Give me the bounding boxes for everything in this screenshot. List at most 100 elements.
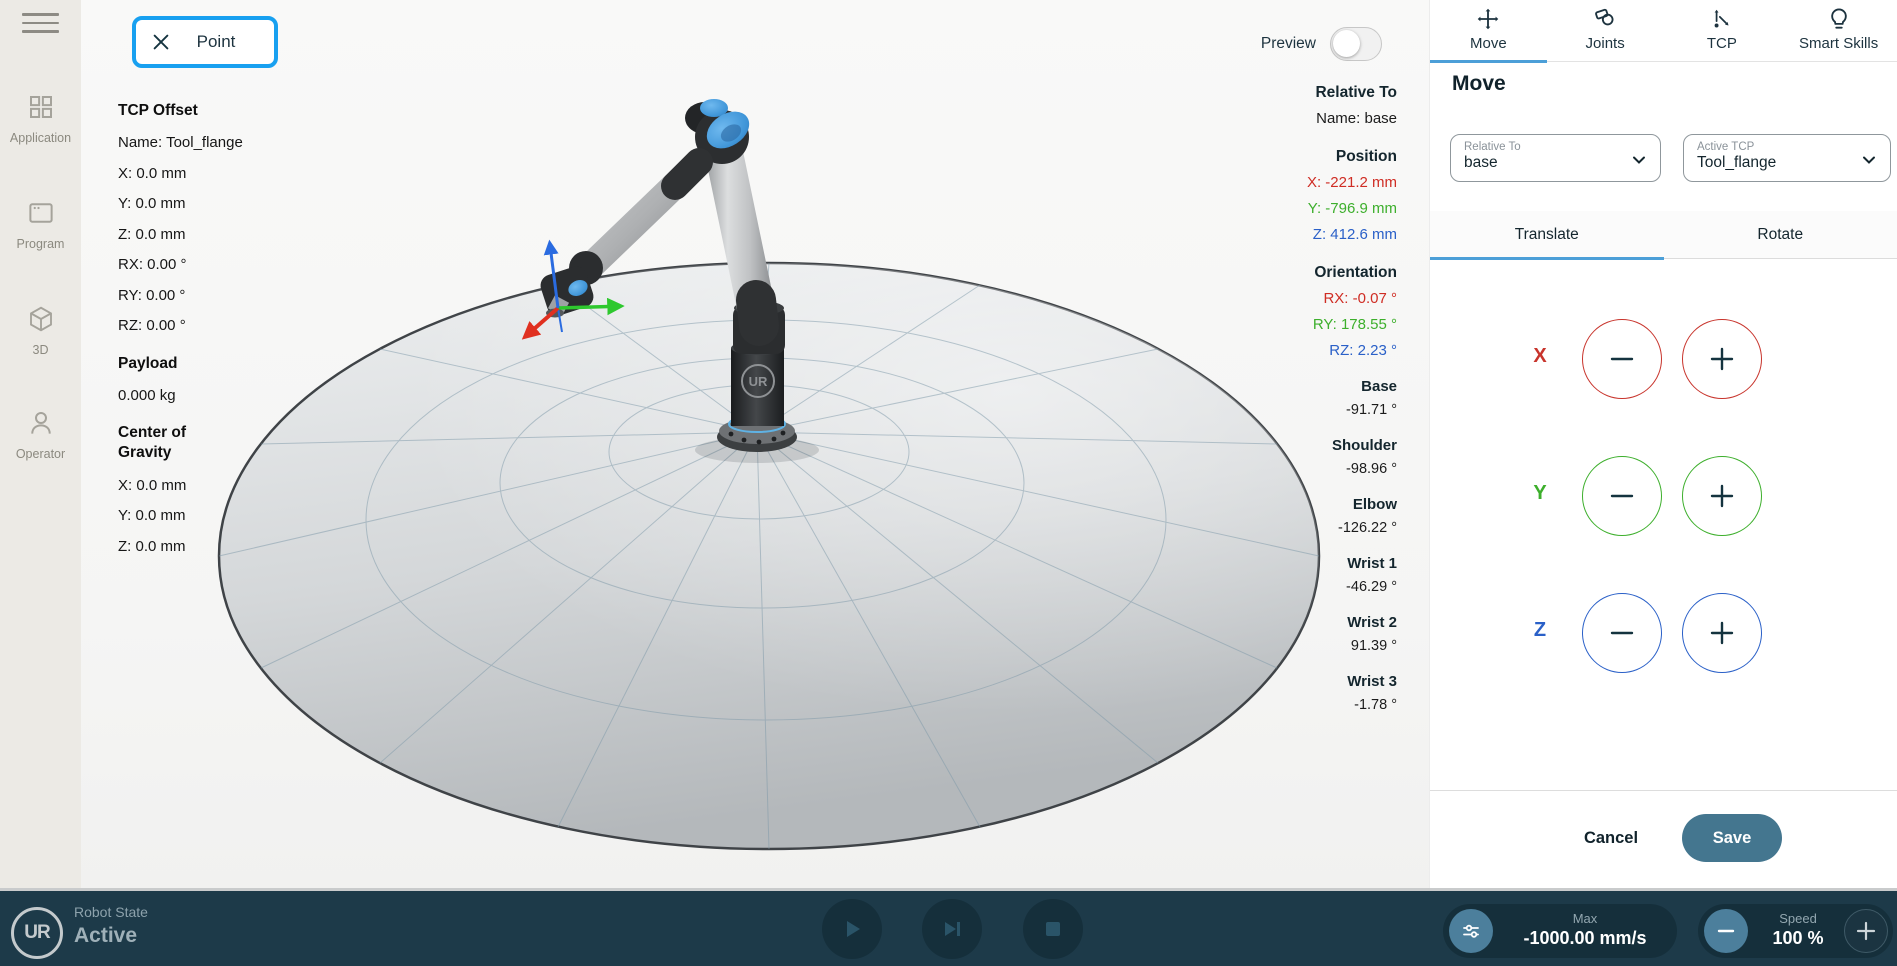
tab-tcp[interactable]: TCP [1664, 0, 1781, 61]
play-button[interactable] [822, 899, 882, 959]
program-window-icon [26, 198, 56, 228]
tab-move[interactable]: Move [1430, 0, 1547, 61]
sidebar-item-operator[interactable]: Operator [0, 408, 81, 461]
cog-x: X: 0.0 mm [118, 477, 248, 494]
chevron-down-icon [1861, 152, 1877, 168]
preview-toggle[interactable] [1330, 27, 1382, 61]
payload-value: 0.000 kg [118, 387, 248, 404]
speed-decrease-button[interactable] [1704, 909, 1748, 953]
move-panel: Move Joints TCP [1429, 0, 1897, 888]
speed-increase-button[interactable] [1844, 909, 1888, 953]
cog-y: Y: 0.0 mm [118, 507, 248, 524]
point-header-chip: Point [132, 16, 278, 68]
max-speed-pill: Max -1000.00 mm/s [1443, 904, 1677, 958]
joint-readout: Elbow -126.22 ° [1177, 496, 1397, 536]
sidebar-item-label: 3D [0, 343, 81, 357]
jog-mode-tabs: Translate Rotate [1430, 211, 1897, 259]
preview-control: Preview [1261, 27, 1382, 61]
status-bar: UR Robot State Active Max -1000.00 mm/s [0, 888, 1897, 966]
axis-x-label: X [1515, 345, 1565, 368]
y-plus-button[interactable] [1682, 456, 1762, 536]
play-icon [840, 917, 864, 941]
plus-icon [1854, 919, 1878, 943]
relative-to-name: Name: base [1177, 110, 1397, 127]
stop-icon [1042, 918, 1064, 940]
sidebar-item-3d[interactable]: 3D [0, 304, 81, 357]
joint-readout: Wrist 2 91.39 ° [1177, 614, 1397, 654]
minus-icon [1608, 619, 1636, 647]
tab-joints[interactable]: Joints [1547, 0, 1664, 61]
orientation-rx: RX: -0.07 ° [1177, 290, 1397, 307]
tcp-offset-z: Z: 0.0 mm [118, 226, 248, 243]
relative-to-heading: Relative To [1177, 84, 1397, 102]
axis-y-label: Y [1515, 482, 1565, 505]
cog-heading: Center of Gravity [118, 423, 210, 463]
tool-info-overlay: TCP Offset Name: Tool_flange X: 0.0 mm Y… [118, 101, 248, 568]
sliders-icon [1459, 919, 1483, 943]
skip-next-icon [940, 917, 964, 941]
cube-3d-icon [26, 304, 56, 334]
cog-z: Z: 0.0 mm [118, 538, 248, 555]
z-minus-button[interactable] [1582, 593, 1662, 673]
x-minus-button[interactable] [1582, 319, 1662, 399]
plus-icon [1708, 345, 1736, 373]
orientation-rz: RZ: 2.23 ° [1177, 342, 1397, 359]
ur-logo: UR [11, 907, 63, 959]
tcp-icon [1709, 6, 1735, 32]
tab-rotate[interactable]: Rotate [1664, 211, 1897, 258]
tab-smart-skills[interactable]: Smart Skills [1780, 0, 1897, 61]
max-speed-readout: Max -1000.00 mm/s [1501, 911, 1669, 949]
toggle-knob [1333, 30, 1360, 57]
chevron-down-icon [1631, 152, 1647, 168]
position-heading: Position [1177, 148, 1397, 166]
hamburger-menu-icon[interactable] [22, 13, 59, 35]
sidebar-item-label: Program [0, 237, 81, 251]
save-button[interactable]: Save [1682, 814, 1782, 862]
tcp-offset-rz: RZ: 0.00 ° [118, 317, 248, 334]
plus-icon [1708, 482, 1736, 510]
step-button[interactable] [922, 899, 982, 959]
smart-skills-bulb-icon [1826, 6, 1852, 32]
pose-overlay: Relative To Name: base Position X: -221.… [1177, 84, 1397, 713]
joint-readout: Wrist 1 -46.29 ° [1177, 555, 1397, 595]
position-x: X: -221.2 mm [1177, 174, 1397, 191]
robot-state-value: Active [74, 924, 137, 948]
panel-heading: Move [1452, 72, 1506, 96]
sidebar-item-label: Application [0, 131, 81, 145]
active-tcp-dropdown[interactable]: Active TCP Tool_flange [1683, 134, 1891, 182]
sidebar: Application Program 3D Operator [0, 0, 81, 888]
speed-readout: Speed 100 % [1750, 911, 1846, 949]
minus-icon [1608, 482, 1636, 510]
joint-readout: Shoulder -98.96 ° [1177, 437, 1397, 477]
tcp-offset-heading: TCP Offset [118, 101, 248, 121]
3d-viewport[interactable]: UR [81, 0, 1429, 888]
panel-divider [1430, 790, 1897, 791]
sidebar-item-program[interactable]: Program [0, 198, 81, 251]
x-plus-button[interactable] [1682, 319, 1762, 399]
tcp-offset-y: Y: 0.0 mm [118, 195, 248, 212]
cancel-button[interactable]: Cancel [1561, 820, 1661, 856]
axis-z-label: Z [1515, 619, 1565, 642]
plus-icon [1708, 619, 1736, 647]
joint-readout: Base -91.71 ° [1177, 378, 1397, 418]
point-title: Point [172, 32, 260, 52]
joints-icon [1592, 6, 1618, 32]
y-minus-button[interactable] [1582, 456, 1662, 536]
tcp-offset-ry: RY: 0.00 ° [118, 287, 248, 304]
relative-to-dropdown[interactable]: Relative To base [1450, 134, 1661, 182]
stop-button[interactable] [1023, 899, 1083, 959]
position-y: Y: -796.9 mm [1177, 200, 1397, 217]
preview-label: Preview [1261, 35, 1316, 53]
minus-icon [1608, 345, 1636, 373]
robot-state-label: Robot State [74, 904, 148, 920]
jog-row-z: Z [1430, 593, 1897, 673]
speed-settings-button[interactable] [1449, 909, 1493, 953]
z-plus-button[interactable] [1682, 593, 1762, 673]
application-grid-icon [26, 92, 56, 122]
orientation-ry: RY: 178.55 ° [1177, 316, 1397, 333]
close-icon[interactable] [150, 31, 172, 53]
operator-person-icon [26, 408, 56, 438]
tab-translate[interactable]: Translate [1430, 211, 1664, 258]
speed-override-pill: Speed 100 % [1698, 904, 1893, 958]
sidebar-item-application[interactable]: Application [0, 92, 81, 145]
